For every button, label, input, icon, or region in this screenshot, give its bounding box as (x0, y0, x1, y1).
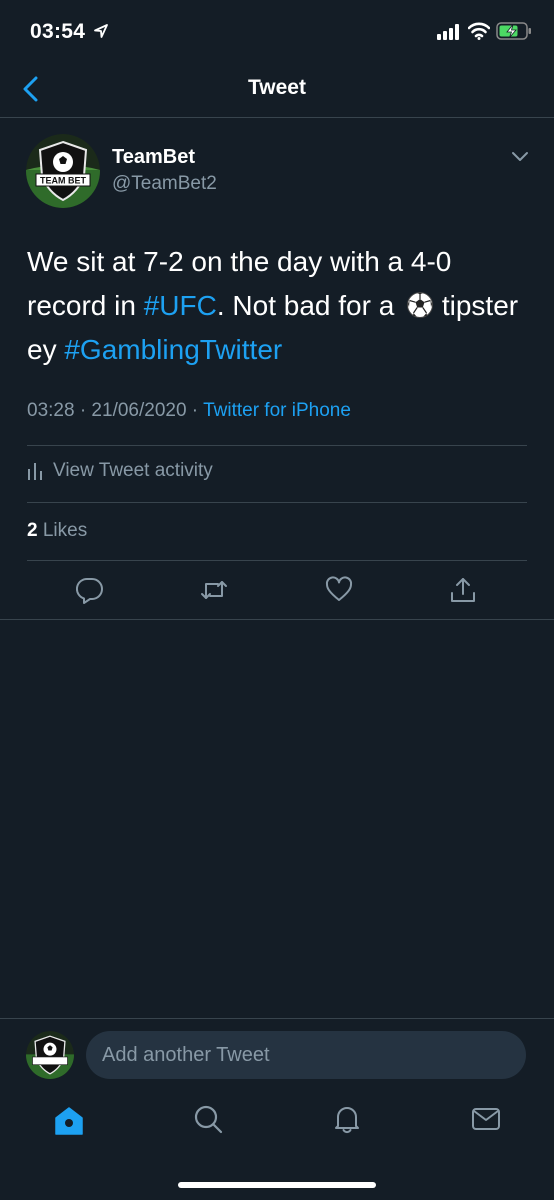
divider (27, 502, 527, 503)
tweet-meta: 03:28 · 21/06/2020 · Twitter for iPhone (27, 400, 351, 422)
reply-composer (0, 1018, 554, 1096)
search-icon[interactable] (193, 1104, 223, 1134)
display-name[interactable]: TeamBet (112, 146, 195, 169)
hashtag-link[interactable]: #GamblingTwitter (64, 334, 282, 365)
likes-label: Likes (37, 520, 88, 541)
hashtag-link[interactable]: #UFC (144, 290, 217, 321)
avatar[interactable] (26, 1031, 74, 1079)
share-icon[interactable] (449, 576, 477, 604)
page-title: Tweet (248, 76, 306, 99)
view-tweet-activity-button[interactable]: View Tweet activity (27, 460, 213, 482)
tweet-text-segment: . Not bad for a (216, 290, 403, 321)
tweet-timestamp: 03:28 · 21/06/2020 · (27, 400, 204, 421)
soccer-ball-icon (407, 292, 434, 318)
bell-icon[interactable] (332, 1104, 362, 1134)
battery-charging-icon (496, 22, 531, 40)
mail-icon[interactable] (471, 1104, 501, 1134)
tweet-source-link[interactable]: Twitter for iPhone (203, 400, 351, 421)
divider (27, 445, 527, 446)
nav-bar: Tweet (0, 64, 554, 118)
likes-count: 2 (27, 520, 38, 541)
retweet-icon[interactable] (200, 576, 228, 604)
teambet-logo-icon: TEAM BET (26, 134, 100, 208)
avatar[interactable]: TEAM BET (26, 134, 100, 208)
tweet-action-bar (0, 576, 554, 610)
teambet-logo-icon (26, 1031, 74, 1079)
status-bar: 03:54 (0, 0, 554, 64)
analytics-icon (28, 463, 42, 480)
cellular-signal-icon (437, 24, 459, 40)
home-icon[interactable] (54, 1106, 84, 1136)
likes-link[interactable]: 2 Likes (27, 520, 87, 542)
chevron-down-icon[interactable] (510, 150, 530, 164)
tweet-detail: TEAM BET TeamBet @TeamBet2 We sit at 7-2… (0, 118, 554, 620)
status-time: 03:54 (30, 20, 86, 43)
activity-label: View Tweet activity (53, 460, 213, 481)
tweet-text: We sit at 7-2 on the day with a 4-0 reco… (27, 240, 527, 372)
reply-icon[interactable] (76, 576, 104, 604)
home-indicator[interactable] (178, 1182, 376, 1188)
location-arrow-icon (94, 24, 108, 38)
wifi-icon (468, 22, 490, 40)
divider (27, 560, 527, 561)
svg-text:TEAM BET: TEAM BET (40, 176, 87, 186)
username[interactable]: @TeamBet2 (112, 173, 217, 195)
heart-icon[interactable] (325, 576, 353, 604)
reply-input[interactable] (86, 1031, 526, 1079)
